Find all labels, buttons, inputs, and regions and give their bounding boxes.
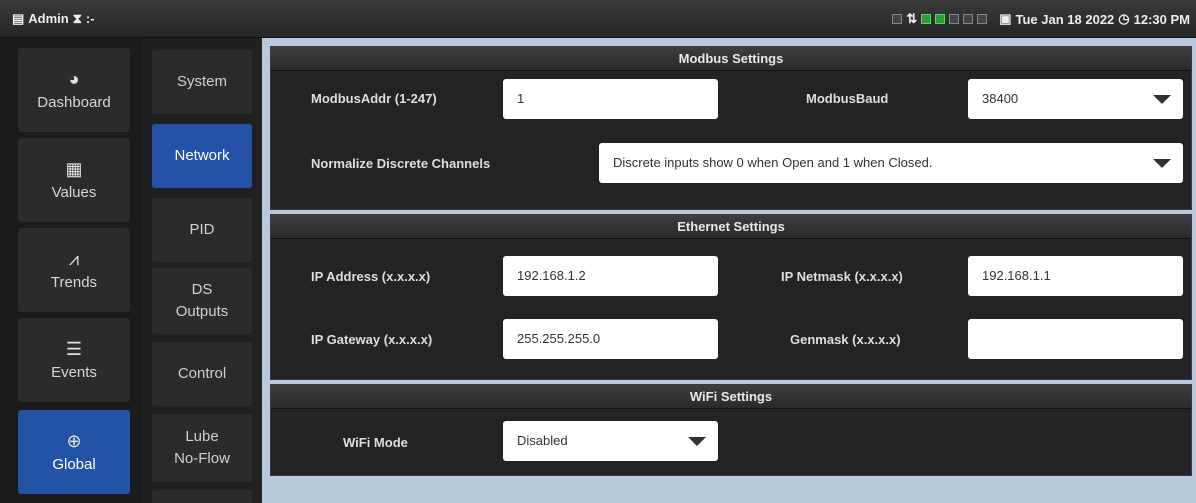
nav-events[interactable]: ☰ Events [18,318,130,402]
modbus-addr-label: ModbusAddr (1-247) [311,91,437,106]
signal-icon: ⇅ [906,11,918,26]
chevron-down-icon [688,437,706,446]
genmask-input[interactable] [968,319,1183,359]
user-label: Admin [28,11,69,26]
ip-gateway-input[interactable]: 255.255.255.0 [503,319,718,359]
nav-label: Dashboard [37,93,111,111]
normalize-label: Normalize Discrete Channels [311,156,491,171]
content-area: Modbus Settings ModbusAddr (1-247) 1 Mod… [262,38,1196,503]
genmask-label: Genmask (x.x.x.x) [790,332,901,347]
subnav-system[interactable]: System [152,50,252,114]
modbus-panel: Modbus Settings ModbusAddr (1-247) 1 Mod… [270,46,1192,210]
panel-title: Modbus Settings [271,47,1191,71]
hourglass-icon: ⧗ [72,10,82,26]
indicator-1-icon [921,14,932,24]
nav-label: Events [51,363,97,381]
indicator-3-icon [949,14,960,24]
wifi-mode-label: WiFi Mode [343,435,408,450]
grid-icon: ▦ [65,158,83,179]
ip-address-label: IP Address (x.x.x.x) [311,269,431,284]
main-nav: ◕ Dashboard ▦ Values ⩘ Trends ☰ Events ⊕… [0,38,142,503]
subnav-lube-no-flow[interactable]: Lube No-Flow [152,414,252,482]
date-text: Tue Jan 18 2022 [1015,11,1115,27]
modbus-baud-value: 38400 [982,91,1019,106]
ip-gateway-label: IP Gateway (x.x.x.x) [311,332,433,347]
nav-trends[interactable]: ⩘ Trends [18,228,130,312]
nav-dashboard[interactable]: ◕ Dashboard [18,48,130,132]
wifi-panel: WiFi Settings WiFi Mode Disabled [270,384,1192,476]
status-text: :- [85,11,95,26]
user-area: ▤ Admin ⧗ :- [0,11,95,27]
gauge-icon: ◕ [68,68,80,89]
clock-icon: ◷ [1118,11,1130,26]
nav-label: Global [52,455,96,473]
time-text: 12:30 PM [1133,11,1190,27]
nav-values[interactable]: ▦ Values [18,138,130,222]
globe-icon: ⊕ [66,430,82,451]
subnav-more[interactable] [152,490,252,503]
chevron-down-icon [1153,95,1171,104]
status-area: ⇅ ▣ Tue Jan 18 2022 ◷ 12:30 PM [892,0,1190,38]
indicator-2-icon [935,14,946,24]
subnav-network[interactable]: Network [152,124,252,188]
chart-line-icon: ⩘ [68,248,80,269]
modbus-baud-select[interactable]: 38400 [968,79,1183,119]
wifi-mode-value: Disabled [517,433,568,448]
ip-address-input[interactable]: 192.168.1.2 [503,256,718,296]
subnav-ds-outputs[interactable]: DS Outputs [152,268,252,334]
nav-global[interactable]: ⊕ Global [18,410,130,494]
chevron-down-icon [1153,159,1171,168]
normalize-value: Discrete inputs show 0 when Open and 1 w… [613,155,933,170]
panel-title: WiFi Settings [271,385,1191,409]
indicator-4-icon [963,14,974,24]
calendar-icon: ▣ [999,11,1012,26]
panel-title: Ethernet Settings [271,215,1191,239]
wifi-mode-select[interactable]: Disabled [503,421,718,461]
ip-netmask-label: IP Netmask (x.x.x.x) [781,269,903,284]
indicator-5-icon [977,14,988,24]
subnav-control[interactable]: Control [152,342,252,406]
modbus-addr-input[interactable]: 1 [503,79,718,119]
keyboard-icon [892,14,903,24]
normalize-select[interactable]: Discrete inputs show 0 when Open and 1 w… [599,143,1183,183]
nav-label: Trends [50,273,98,291]
ip-netmask-input[interactable]: 192.168.1.1 [968,256,1183,296]
subnav-pid[interactable]: PID [152,198,252,262]
list-icon: ☰ [65,338,83,359]
admin-icon: ▤ [12,10,25,26]
modbus-baud-label: ModbusBaud [806,91,889,106]
top-bar: ▤ Admin ⧗ :- ⇅ ▣ Tue Jan 18 2022 ◷ 12:30… [0,0,1196,38]
ethernet-panel: Ethernet Settings IP Address (x.x.x.x) 1… [270,214,1192,380]
settings-nav: System Network PID DS Outputs Control Lu… [142,38,262,503]
nav-label: Values [51,183,97,201]
